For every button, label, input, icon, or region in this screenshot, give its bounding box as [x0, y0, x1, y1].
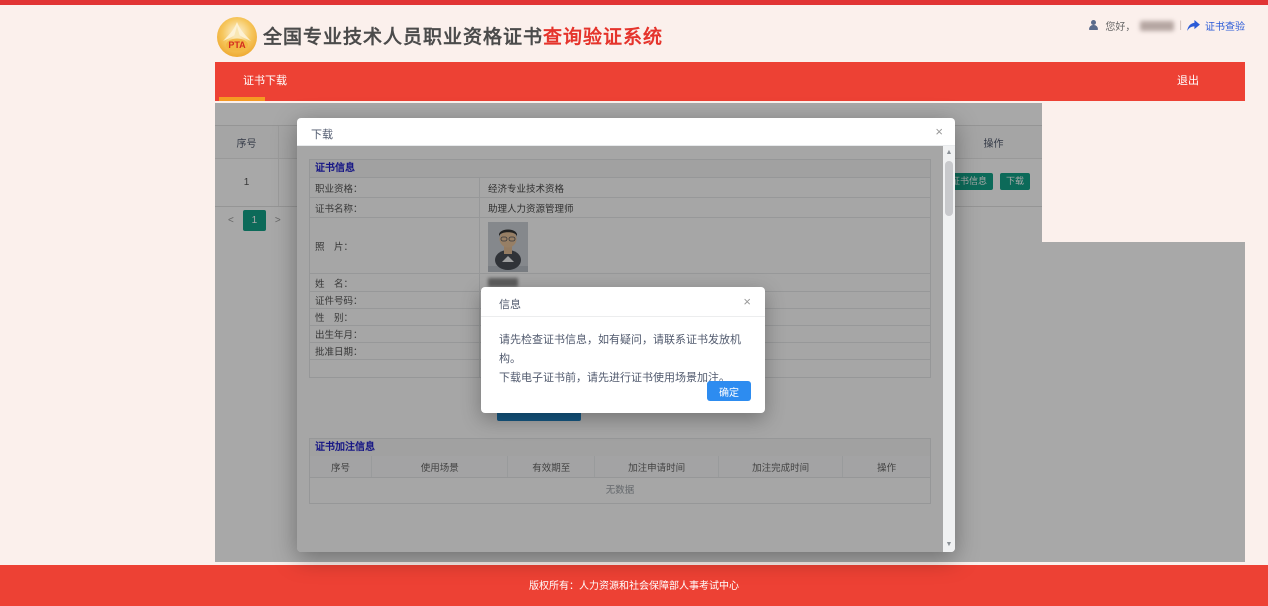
scroll-down-icon[interactable]: ▼	[943, 539, 955, 551]
user-icon	[1089, 20, 1100, 31]
user-bar: 您好， | 证书查验	[1089, 18, 1245, 33]
close-icon[interactable]: ×	[743, 294, 751, 309]
page: PTA 全国专业技术人员职业资格证书查询验证系统 您好， | 证书查验 证书下载…	[0, 0, 1268, 606]
svg-text:PTA: PTA	[228, 40, 246, 50]
close-icon[interactable]: ×	[935, 123, 943, 141]
ok-button[interactable]: 确定	[707, 381, 751, 401]
download-modal-title: 下载	[311, 126, 333, 142]
title-main: 全国专业技术人员职业资格证书	[263, 27, 543, 48]
pta-logo-icon: PTA	[216, 16, 258, 58]
logout-button[interactable]: 退出	[1177, 62, 1199, 101]
active-tab-indicator	[219, 97, 265, 101]
page-title: 全国专业技术人员职业资格证书查询验证系统	[263, 22, 663, 49]
cert-verify-link[interactable]: 证书查验	[1205, 18, 1245, 33]
message-line-1: 请先检查证书信息，如有疑问，请联系证书发放机构。	[499, 331, 747, 369]
info-dialog-header: 信息 ×	[481, 287, 765, 317]
scroll-up-icon[interactable]: ▲	[943, 147, 955, 159]
download-modal-header: 下载 ×	[297, 118, 955, 146]
user-name-redacted	[1140, 21, 1174, 31]
title-accent: 查询验证系统	[543, 27, 663, 48]
separator: |	[1179, 20, 1182, 31]
scrollbar-thumb[interactable]	[945, 161, 953, 216]
info-dialog-footer: 确定	[707, 381, 751, 401]
info-dialog-title: 信息	[499, 296, 521, 312]
copyright-text: 版权所有：人力资源和社会保障部人事考试中心	[529, 581, 739, 592]
tab-cert-download[interactable]: 证书下载	[243, 62, 287, 101]
modal-scrollbar[interactable]: ▲ ▼	[943, 146, 955, 552]
info-dialog: 信息 × 请先检查证书信息，如有疑问，请联系证书发放机构。 下载电子证书前，请先…	[481, 287, 765, 413]
greeting-text: 您好，	[1105, 18, 1135, 33]
share-arrow-icon	[1187, 20, 1200, 31]
footer: 版权所有：人力资源和社会保障部人事考试中心	[0, 565, 1268, 606]
main-nav: 证书下载 退出	[215, 62, 1245, 101]
site-header: PTA 全国专业技术人员职业资格证书查询验证系统 您好， | 证书查验	[215, 5, 1245, 62]
info-dialog-message: 请先检查证书信息，如有疑问，请联系证书发放机构。 下载电子证书前，请先进行证书使…	[481, 317, 765, 388]
